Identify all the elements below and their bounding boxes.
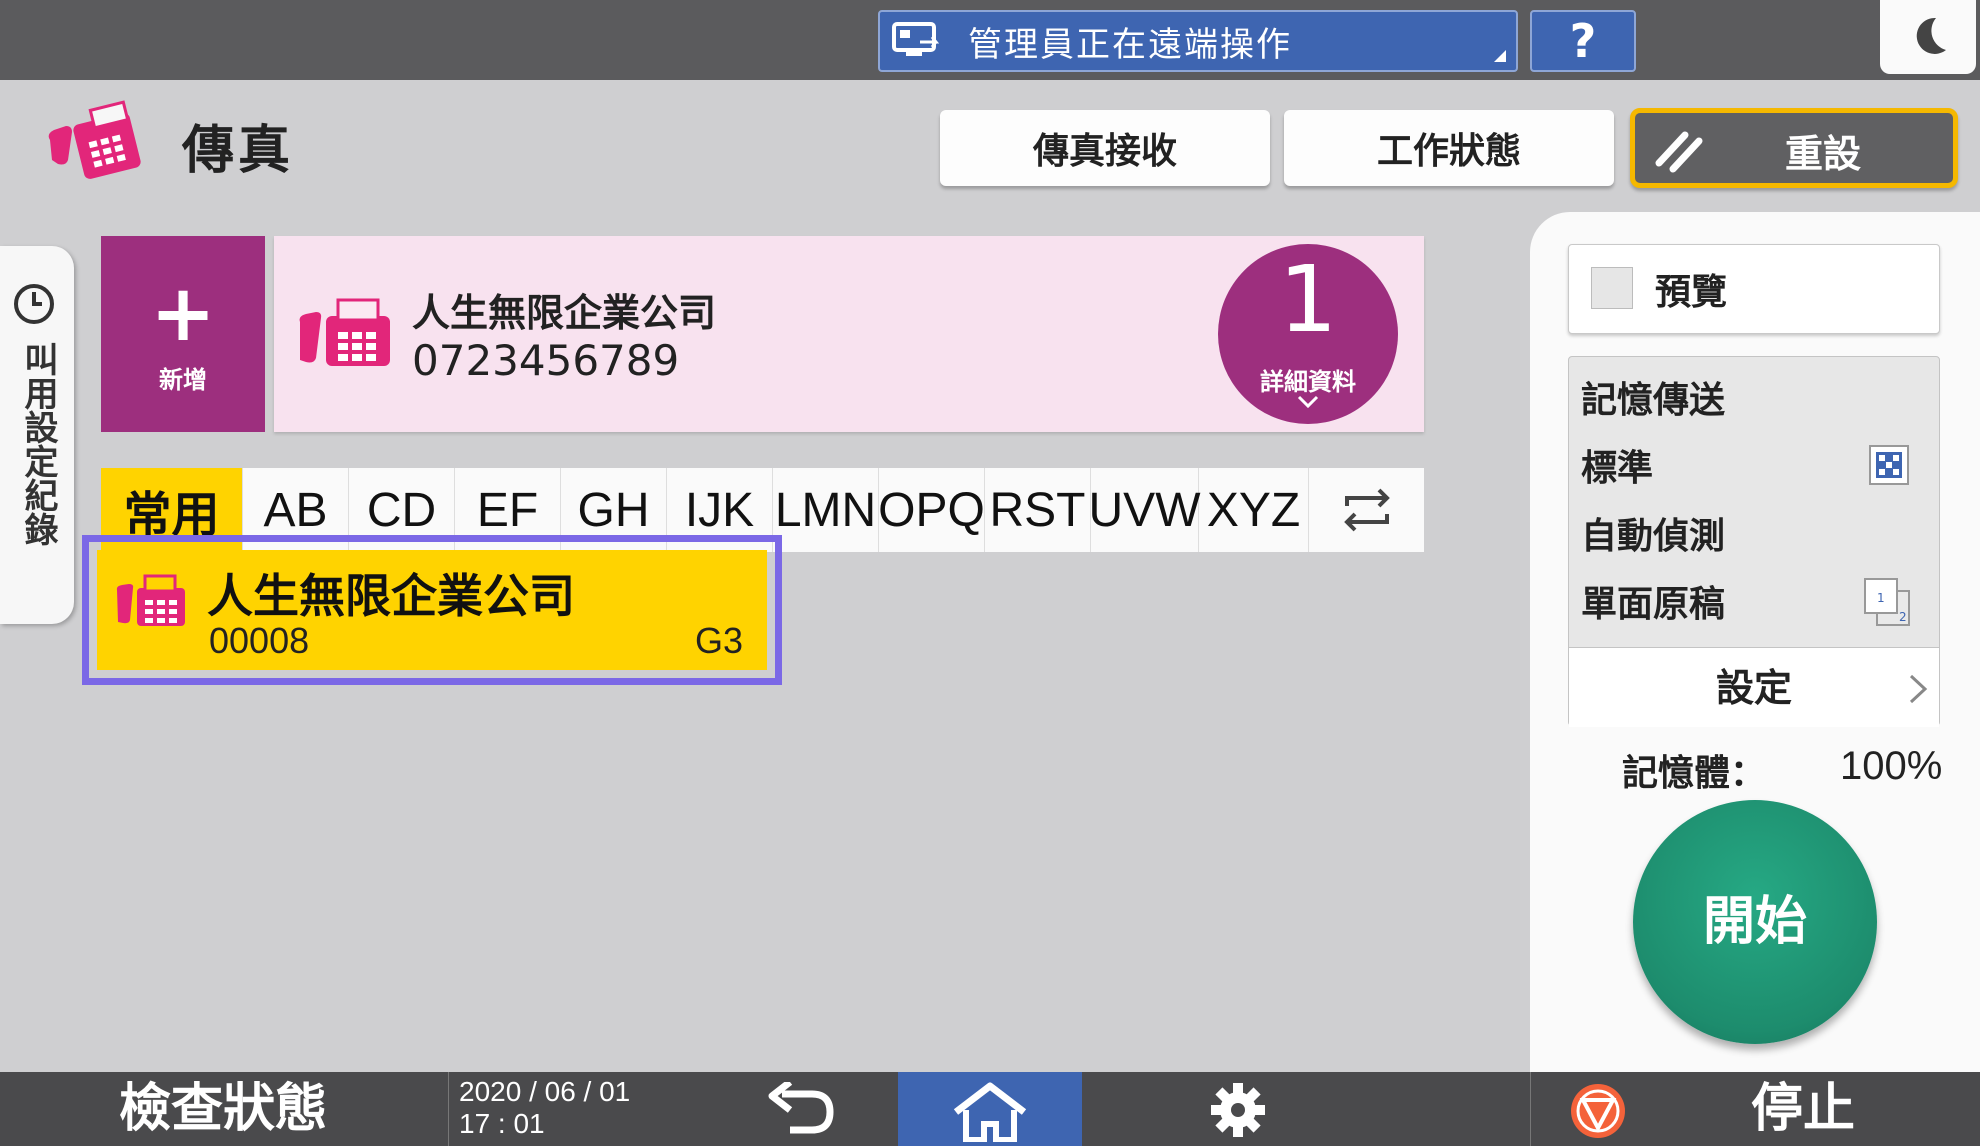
settings-label: 設定	[1715, 666, 1792, 710]
one-sided-original-icon: 1 2	[1864, 578, 1910, 626]
remote-desktop-icon	[892, 22, 940, 56]
address-entry[interactable]: 人生無限企業公司 00008 G3	[97, 550, 767, 670]
fax-receive-button[interactable]: 傳真接收	[940, 110, 1270, 186]
tab-xyz[interactable]: XYZ	[1199, 468, 1309, 552]
fax-icon	[116, 574, 185, 626]
svg-text:1: 1	[1877, 591, 1885, 605]
tab-opq[interactable]: OPQ	[878, 468, 985, 552]
right-settings-panel: 預覽 記憶傳送 標準 自動偵測 單面原稿 1 2 設定 記憶體： 100% 開始	[1530, 212, 1980, 1072]
memory-label: 記憶體：	[1622, 753, 1767, 794]
fax-icon	[299, 298, 390, 366]
time-text: 17 : 01	[459, 1108, 545, 1139]
remote-operation-banner[interactable]: 管理員正在遠端操作	[878, 10, 1518, 72]
sleep-button[interactable]	[1880, 0, 1976, 74]
scan-settings-summary[interactable]: 記憶傳送 標準 自動偵測 單面原稿 1 2 設定	[1568, 356, 1940, 727]
resolution-standard-icon	[1869, 445, 1909, 485]
resolution-label: 標準	[1581, 448, 1654, 489]
svg-text:2: 2	[1899, 610, 1907, 624]
home-icon	[953, 1082, 1027, 1142]
help-button[interactable]: ?	[1530, 10, 1636, 72]
start-button[interactable]: 開始	[1633, 800, 1877, 1044]
settings-history-label: 叫用設定紀錄	[18, 342, 58, 546]
tab-uvw[interactable]: UVW	[1089, 468, 1201, 552]
remote-banner-text: 管理員正在遠端操作	[968, 24, 1292, 65]
destination-details-button[interactable]: 1 詳細資料	[1218, 244, 1398, 424]
reset-button[interactable]: 重設	[1630, 108, 1958, 188]
tab-rst[interactable]: RST	[985, 468, 1091, 552]
memory-value: 100%	[1840, 744, 1943, 788]
swap-index-button[interactable]	[1309, 468, 1424, 552]
details-label: 詳細資料	[1260, 368, 1356, 396]
tab-lmn[interactable]: LMN	[773, 468, 879, 552]
preview-label: 預覽	[1655, 272, 1728, 313]
home-button[interactable]	[898, 1072, 1082, 1146]
settings-gear-button[interactable]	[1150, 1072, 1326, 1146]
settings-history-tab[interactable]: 叫用設定紀錄	[0, 246, 74, 624]
page-title: 傳真	[182, 121, 295, 181]
add-destination-button[interactable]: + 新增	[101, 236, 265, 432]
add-label: 新增	[159, 366, 207, 394]
stop-button[interactable]: 停止	[1530, 1072, 1980, 1146]
entry-name: 人生無限企業公司	[207, 569, 575, 623]
destination-name: 人生無限企業公司	[412, 291, 717, 335]
preview-checkbox[interactable]	[1591, 267, 1633, 309]
entry-id: 00008	[209, 620, 310, 661]
expand-corner-icon	[1494, 50, 1506, 62]
fax-icon	[48, 100, 141, 179]
entry-line-mode: G3	[694, 620, 743, 661]
back-button[interactable]	[700, 1072, 896, 1146]
clock-icon	[14, 284, 54, 324]
selected-destination-card[interactable]: 人生無限企業公司 0723456789 1 詳細資料	[274, 236, 1424, 432]
memory-transmission-label: 記憶傳送	[1581, 380, 1726, 421]
stop-icon	[1571, 1084, 1625, 1138]
date-time-display: 2020 / 06 / 01 17 : 01	[448, 1072, 698, 1146]
destination-number: 0723456789	[412, 336, 680, 385]
destination-count: 1	[1278, 246, 1338, 353]
reset-label: 重設	[1785, 132, 1862, 176]
system-bottom-bar: 檢查狀態 2020 / 06 / 01 17 : 01 停止	[0, 1072, 1980, 1146]
check-status-button[interactable]: 檢查狀態	[0, 1072, 446, 1146]
auto-detect-label: 自動偵測	[1581, 516, 1726, 557]
system-top-bar: 管理員正在遠端操作 ?	[0, 0, 1980, 80]
chevron-right-icon	[1909, 674, 1928, 704]
date-text: 2020 / 06 / 01	[459, 1076, 631, 1107]
reset-icon	[1655, 131, 1703, 173]
preview-toggle[interactable]: 預覽	[1568, 244, 1940, 334]
moon-icon	[1916, 17, 1946, 54]
swap-arrows-icon	[1343, 488, 1390, 532]
job-status-button[interactable]: 工作狀態	[1284, 110, 1614, 186]
original-type-label: 單面原稿	[1581, 584, 1726, 625]
stop-label: 停止	[1751, 1079, 1856, 1139]
back-arrow-icon	[768, 1082, 834, 1134]
chevron-down-icon	[1297, 395, 1319, 409]
gear-icon	[1211, 1083, 1265, 1137]
settings-button[interactable]: 設定	[1569, 647, 1939, 727]
plus-icon: +	[150, 269, 216, 359]
